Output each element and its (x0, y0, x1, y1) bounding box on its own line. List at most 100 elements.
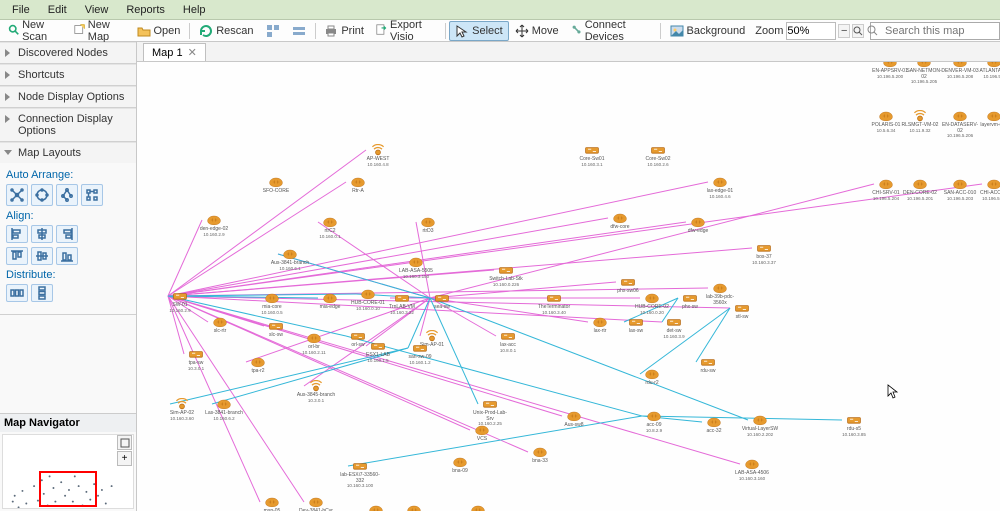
network-node[interactable]: lax-edge-0110.160.4.6 (700, 176, 740, 199)
network-node[interactable]: lax-rtr (580, 316, 620, 335)
network-node[interactable]: HUB-CORE-0210.160.0.20 (632, 292, 672, 315)
network-node[interactable]: stl-sw (722, 302, 762, 321)
network-node[interactable]: rdu-r2 (632, 368, 672, 387)
network-node[interactable]: tpa-sw10.3.0.1 (176, 348, 216, 371)
network-node[interactable]: msp-05 (252, 496, 292, 511)
network-node[interactable]: Virtual-LayerSW10.160.2.202 (740, 414, 780, 437)
menu-edit[interactable]: Edit (40, 2, 75, 18)
network-node[interactable]: layervm-dev (974, 110, 1000, 129)
network-node[interactable]: tpa-r2 (238, 356, 278, 375)
network-node[interactable]: rtrC210.160.0.1 (310, 216, 350, 239)
network-node[interactable]: mia-core10.160.0.5 (252, 292, 292, 315)
network-node[interactable]: Aus-sw8 (554, 410, 594, 429)
network-node[interactable]: dfw-core (600, 212, 640, 231)
menu-reports[interactable]: Reports (118, 2, 173, 18)
network-node[interactable]: dfw-edge (678, 216, 718, 235)
navigator-zoomfit-button[interactable] (117, 435, 132, 450)
zoom-select[interactable] (786, 22, 836, 40)
network-node[interactable]: bos-3710.160.3.37 (744, 242, 784, 265)
network-node[interactable]: acc-32 (694, 416, 734, 435)
section-node-display-options[interactable]: Node Display Options (0, 86, 136, 107)
menu-file[interactable]: File (4, 2, 38, 18)
network-node[interactable]: den-edge-0210.160.2.9 (194, 214, 234, 237)
align-bottom-button[interactable] (56, 247, 78, 265)
network-node[interactable]: Rtr-A (338, 176, 378, 195)
network-node[interactable]: msp-09 (394, 504, 434, 511)
layout-next-button[interactable] (286, 21, 312, 41)
distribute-h-button[interactable] (6, 284, 28, 302)
network-node[interactable]: msp-07 (356, 504, 396, 511)
section-shortcuts[interactable]: Shortcuts (0, 64, 136, 85)
new-map-button[interactable]: New Map (68, 21, 131, 41)
print-button[interactable]: Print (318, 21, 370, 41)
connect-devices-button[interactable]: Connect Devices (565, 21, 657, 41)
align-middle-button[interactable] (31, 247, 53, 265)
network-node[interactable]: acc-0910.8.2.9 (634, 410, 674, 433)
network-node[interactable]: Las-3841-branch10.160.6.2 (204, 398, 244, 421)
section-discovered-nodes[interactable]: Discovered Nodes (0, 42, 136, 63)
menu-help[interactable]: Help (175, 2, 214, 18)
align-left-button[interactable] (6, 225, 28, 243)
distribute-v-button[interactable] (31, 284, 53, 302)
layout-circular-button[interactable] (31, 184, 53, 206)
network-node[interactable]: lab-ESXi7-33560-33210.160.3.100 (340, 460, 380, 489)
search-input[interactable] (870, 22, 1000, 40)
network-node[interactable]: det-sw10.160.3.9 (654, 316, 694, 339)
network-node[interactable]: RLSMGT-VM-0210.11.9.32 (900, 110, 940, 133)
select-tool-button[interactable]: Select (449, 21, 509, 41)
tab-close-icon[interactable]: ✕ (188, 46, 197, 59)
network-node[interactable]: LAB-ASA-450610.160.3.160 (732, 458, 772, 481)
network-node[interactable]: LAB-ASA-550510.160.3.150 (396, 256, 436, 279)
align-right-button[interactable] (56, 225, 78, 243)
layout-prev-button[interactable] (260, 21, 286, 41)
network-node[interactable]: SFO-CORE (256, 176, 296, 195)
network-node[interactable]: DEN-CORE-0210.196.5.201 (900, 178, 940, 201)
network-node[interactable]: slc-sw (256, 320, 296, 339)
network-node[interactable]: VCS (462, 424, 502, 443)
network-node[interactable]: bna-09 (440, 456, 480, 475)
network-node[interactable]: sea-sw (422, 292, 462, 311)
background-button[interactable]: Background (664, 21, 752, 41)
open-button[interactable]: Open (131, 21, 187, 41)
network-node[interactable]: bna-33 (520, 446, 560, 465)
tab-map-1[interactable]: Map 1 ✕ (143, 43, 206, 61)
network-node[interactable]: slc-rtr (200, 316, 240, 335)
rescan-button[interactable]: Rescan (193, 21, 259, 41)
layout-orthogonal-button[interactable] (81, 184, 103, 206)
layout-hierarchical-button[interactable] (56, 184, 78, 206)
move-tool-button[interactable]: Move (509, 21, 565, 41)
network-node[interactable]: Aus-3845-branch10.3.0.1 (296, 380, 336, 403)
network-node[interactable]: Switch-Lab-Stk10.160.0.226 (486, 264, 526, 287)
zoom-out-button[interactable]: − (838, 24, 850, 38)
network-node[interactable]: SW-0110.160.2.9 (160, 290, 200, 313)
map-canvas[interactable]: EN-APPSRV-0110.196.5.200SAN-NETMON-0210.… (137, 62, 1000, 511)
section-connection-display-options[interactable]: Connection Display Options (0, 108, 136, 141)
layout-symmetric-button[interactable] (6, 184, 28, 206)
network-node[interactable]: AP-WEST10.160.4.8 (358, 144, 398, 167)
navigator-viewport-box[interactable] (39, 471, 97, 507)
menu-view[interactable]: View (77, 2, 117, 18)
align-top-button[interactable] (6, 247, 28, 265)
network-node[interactable]: Core-Sw0110.160.3.1 (572, 144, 612, 167)
export-visio-button[interactable]: Export Visio (370, 21, 442, 41)
network-node[interactable]: msp-08 (458, 504, 498, 511)
network-node[interactable]: TheTerminator10.160.3.40 (534, 292, 574, 315)
network-node[interactable]: lax-acc10.8.0.1 (488, 330, 528, 353)
network-node[interactable]: mia-edge (310, 292, 350, 311)
network-node[interactable]: Core-Sw0210.160.2.6 (638, 144, 678, 167)
section-map-layouts[interactable]: Map Layouts (0, 142, 136, 163)
network-node[interactable]: Sim-AP-0210.160.3.60 (162, 398, 202, 421)
network-node[interactable]: rdu-s510.160.3.85 (834, 414, 874, 437)
map-navigator-pane[interactable]: + (2, 434, 134, 509)
network-node[interactable]: TrnLAB-VM10.160.3.22 (382, 292, 422, 315)
network-node[interactable]: lax-sw (616, 316, 656, 335)
network-node[interactable]: CHI-ACC-0310.196.5.17 (974, 178, 1000, 201)
network-node[interactable]: rdu-sw (688, 356, 728, 375)
network-node[interactable]: rtrD3 (408, 216, 448, 235)
network-node[interactable]: Unix-Prod-Lab-Srv10.160.2.25 (470, 398, 510, 427)
zoom-in-button[interactable] (852, 24, 864, 38)
network-node[interactable]: Dev-3841-bCvr10.160.6.5 (296, 496, 336, 511)
align-center-button[interactable] (31, 225, 53, 243)
network-node[interactable]: san-sw-0910.160.1.2 (400, 342, 440, 365)
network-node[interactable]: Aus-3841-branch10.160.6.1 (270, 248, 310, 271)
